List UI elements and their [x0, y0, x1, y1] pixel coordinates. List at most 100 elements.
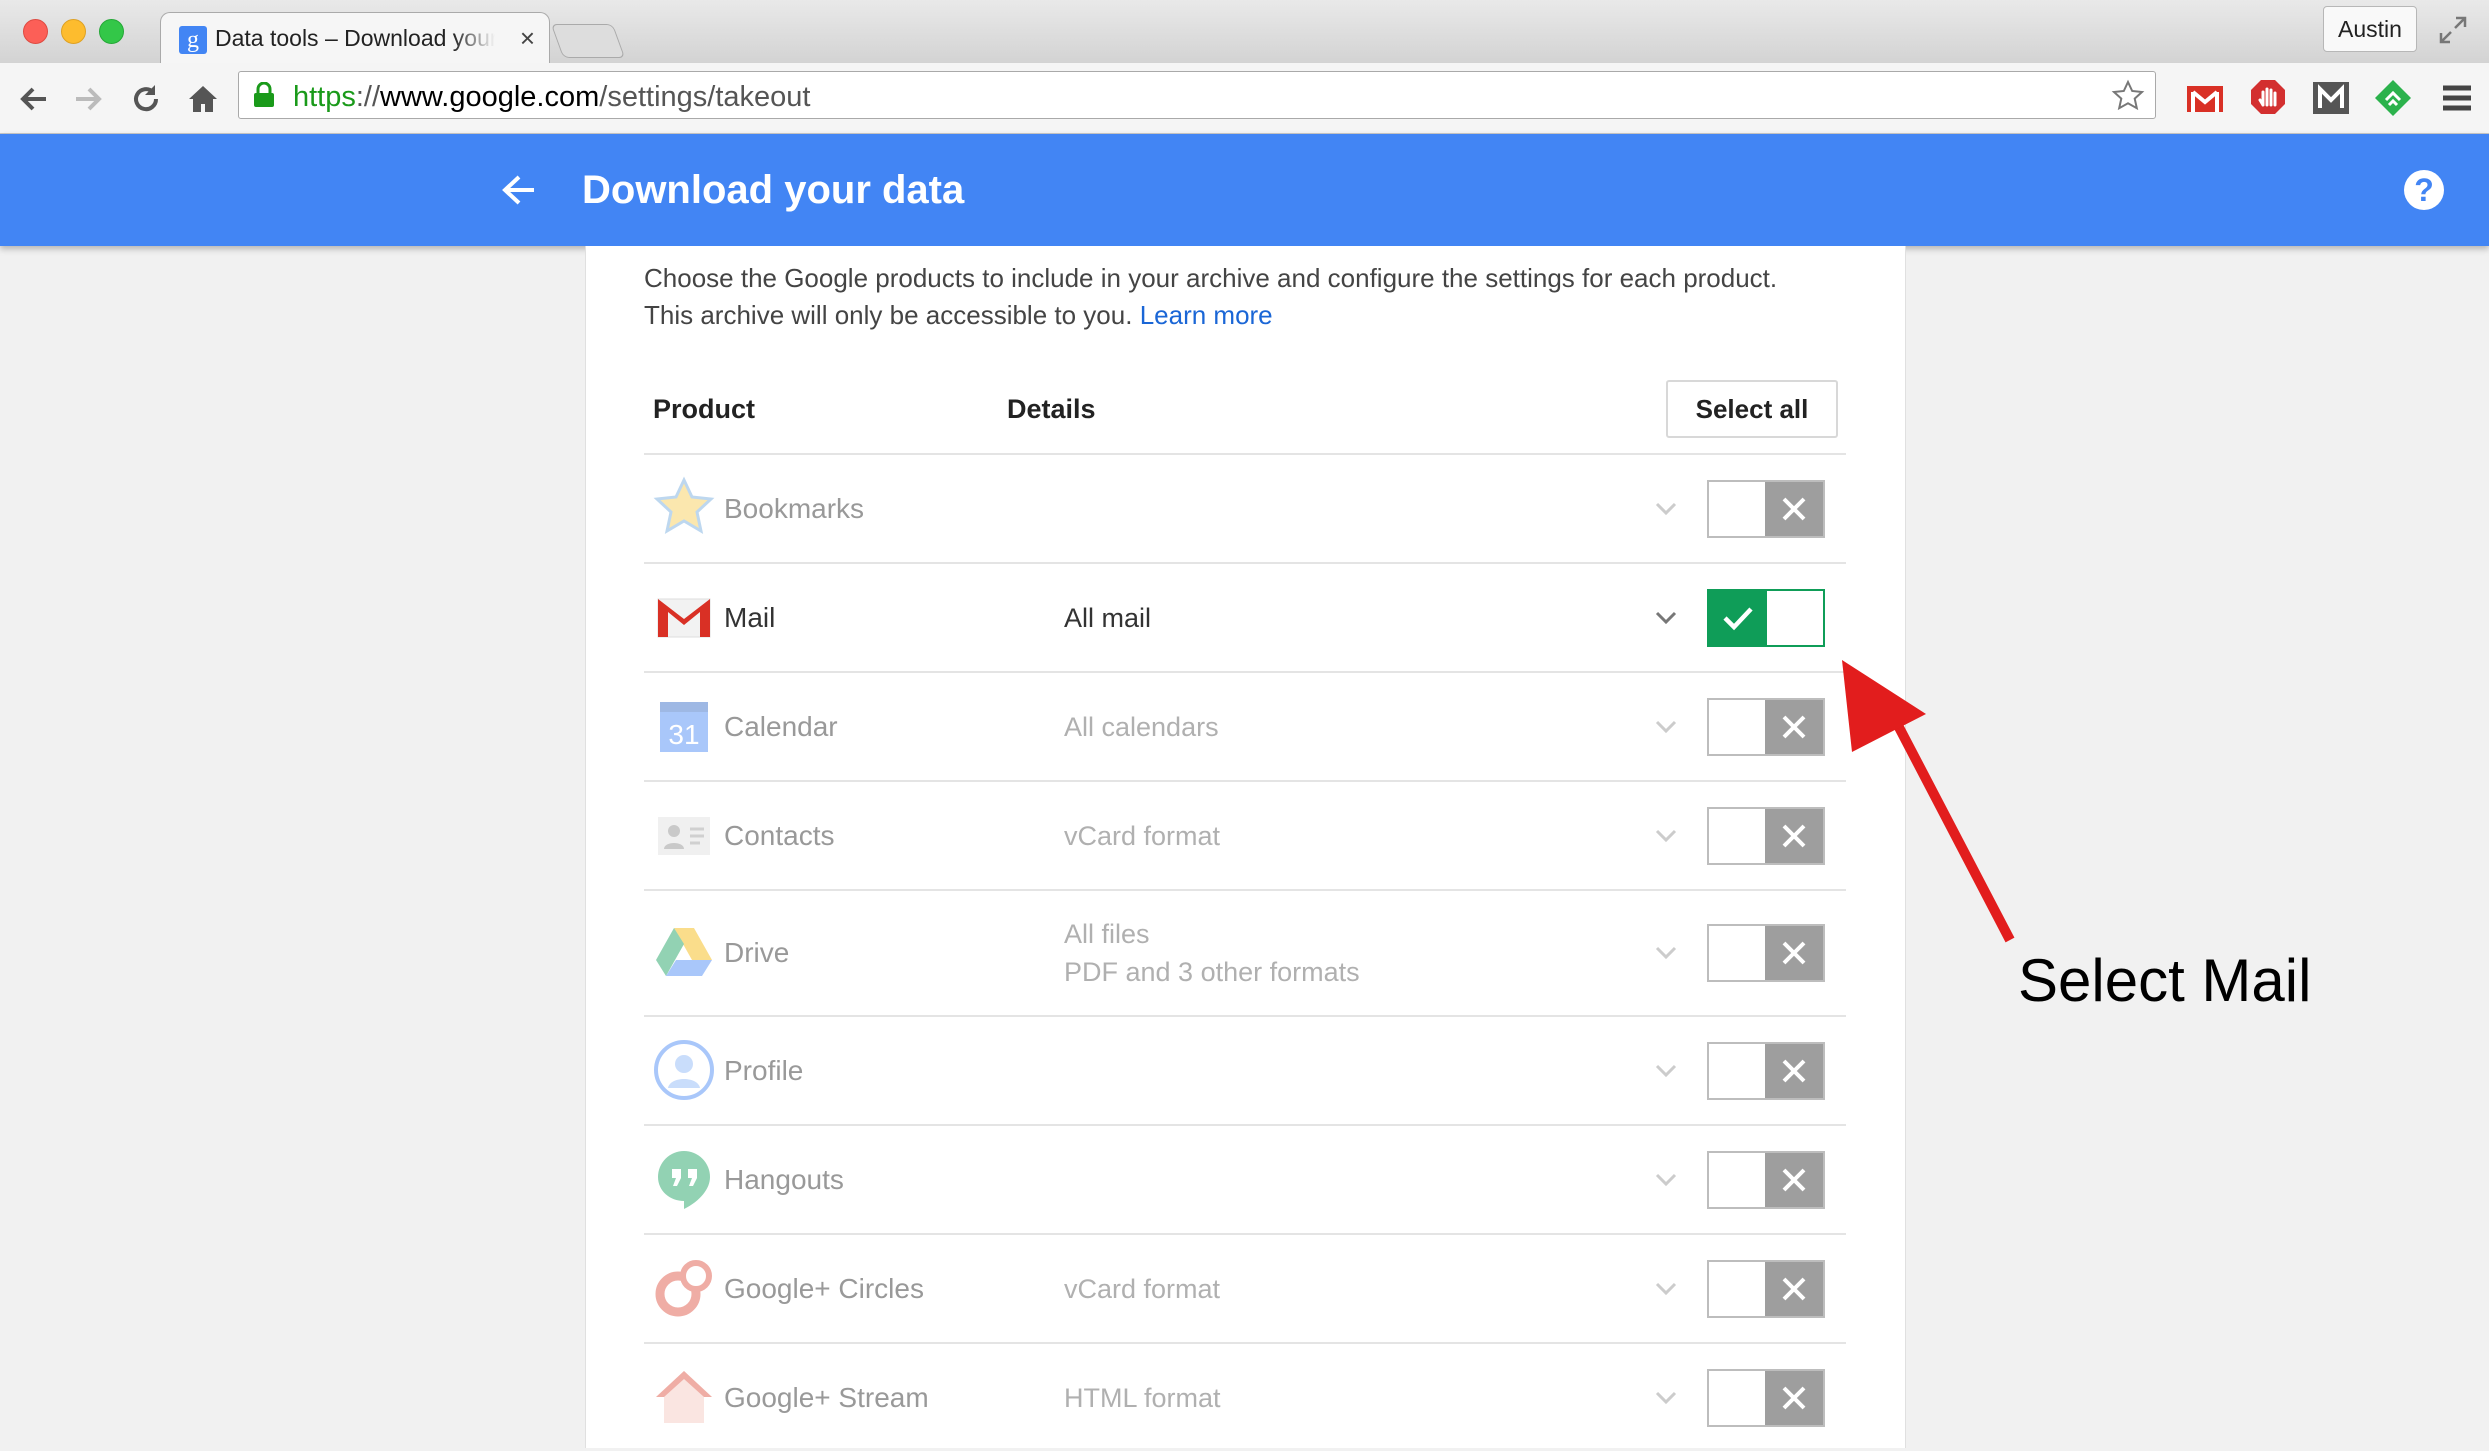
url-text: https://www.google.com/settings/takeout — [293, 81, 811, 113]
fullscreen-icon[interactable] — [2437, 14, 2469, 46]
product-name: Drive — [724, 937, 790, 968]
profile-icon — [654, 1039, 714, 1100]
product-details: HTML format — [1064, 1382, 1221, 1413]
help-icon[interactable]: ? — [2404, 170, 2444, 210]
reload-icon[interactable] — [128, 81, 164, 117]
drive-icon — [656, 928, 712, 976]
chevron-down-icon[interactable] — [1654, 717, 1678, 737]
chevron-down-icon[interactable] — [1654, 1388, 1678, 1408]
product-name: Bookmarks — [724, 492, 865, 524]
product-name: Profile — [724, 1054, 804, 1086]
stop-hand-extension-icon[interactable] — [2248, 78, 2288, 118]
back-arrow-icon[interactable] — [16, 81, 52, 117]
browser-toolbar: https://www.google.com/settings/takeout — [0, 63, 2489, 134]
product-row-bookmarks: Bookmarks — [644, 453, 1846, 562]
address-bar[interactable]: https://www.google.com/settings/takeout — [238, 71, 2156, 119]
product-row-profile: Profile — [644, 1015, 1846, 1124]
forward-arrow-icon[interactable] — [70, 81, 106, 117]
product-toggle[interactable] — [1707, 588, 1825, 647]
product-toggle[interactable] — [1707, 1150, 1825, 1209]
product-row-drive: Drive All files PDF and 3 other formats — [644, 889, 1846, 1015]
app-header: Download your data ? — [0, 134, 2489, 246]
product-toggle[interactable] — [1707, 1259, 1825, 1318]
window-zoom-button[interactable] — [99, 19, 124, 44]
hangouts-icon — [658, 1150, 710, 1209]
chevron-down-icon[interactable] — [1654, 1061, 1678, 1081]
product-details: All mail — [1064, 602, 1152, 633]
product-toggle[interactable] — [1707, 1368, 1825, 1427]
chevron-down-icon[interactable] — [1654, 943, 1678, 963]
product-name: Calendar — [724, 710, 838, 742]
product-row-hangouts: Hangouts — [644, 1124, 1846, 1233]
product-list: Bookmarks Mail All mail 31 Calendar All … — [644, 453, 1846, 1451]
product-details: All calendars — [1064, 711, 1219, 742]
product-row-google-plus-circles: Google+ Circles vCard format — [644, 1233, 1846, 1342]
gmail-extension-icon[interactable] — [2185, 78, 2225, 118]
chevron-down-icon[interactable] — [1654, 1279, 1678, 1299]
intro-text: Choose the Google products to include in… — [644, 260, 1864, 334]
product-toggle[interactable] — [1707, 806, 1825, 865]
browser-tab[interactable]: g Data tools – Download your data × — [160, 12, 550, 64]
product-toggle[interactable] — [1707, 479, 1825, 538]
product-details: vCard format — [1064, 1273, 1221, 1304]
product-name: Hangouts — [724, 1163, 844, 1195]
chevron-down-icon[interactable] — [1654, 1170, 1678, 1190]
product-toggle[interactable] — [1707, 924, 1825, 982]
bookmark-star-icon[interactable] — [2111, 79, 2145, 113]
lock-icon — [254, 82, 274, 107]
m-extension-icon[interactable] — [2311, 78, 2351, 118]
product-name: Google+ Circles — [724, 1272, 924, 1304]
google-favicon-icon: g — [179, 26, 207, 54]
svg-text:31: 31 — [668, 719, 699, 750]
window-close-button[interactable] — [23, 19, 48, 44]
annotation-label: Select Mail — [2018, 947, 2312, 1014]
gmail-icon — [657, 598, 711, 637]
page-title: Download your data — [582, 168, 965, 212]
product-name: Contacts — [724, 819, 835, 851]
details-column-header: Details — [1007, 394, 1096, 424]
tab-title: Data tools – Download your data — [215, 25, 495, 51]
toggle-off-knob — [1765, 481, 1823, 536]
product-name: Google+ Stream — [724, 1381, 929, 1413]
chevron-down-icon[interactable] — [1654, 608, 1678, 628]
product-row-contacts: Contacts vCard format — [644, 780, 1846, 889]
select-all-button[interactable]: Select all — [1666, 380, 1838, 438]
tab-close-icon[interactable]: × — [520, 23, 535, 54]
menu-icon[interactable] — [2437, 78, 2477, 118]
toggle-on-knob — [1709, 590, 1767, 645]
product-row-mail: Mail All mail — [644, 562, 1846, 671]
chevron-down-icon[interactable] — [1654, 499, 1678, 519]
annotation-arrow-icon — [1842, 660, 2015, 943]
contacts-icon — [658, 816, 710, 855]
product-details: All files PDF and 3 other formats — [1064, 919, 1360, 987]
back-arrow-icon[interactable] — [500, 172, 538, 208]
product-toggle[interactable] — [1707, 697, 1825, 756]
circles-icon — [655, 1259, 712, 1316]
toggle-off-knob — [1765, 1370, 1823, 1425]
toggle-off-knob — [1765, 1043, 1823, 1098]
toggle-off-knob — [1765, 699, 1823, 754]
home-icon[interactable] — [185, 81, 221, 117]
toggle-off-knob — [1765, 926, 1823, 980]
product-name: Mail — [724, 601, 776, 633]
product-row-google-plus-stream: Google+ Stream HTML format — [644, 1342, 1846, 1451]
profile-button[interactable]: Austin — [2323, 6, 2417, 52]
product-column-header: Product — [653, 394, 756, 424]
toggle-off-knob — [1765, 1152, 1823, 1207]
chevron-down-icon[interactable] — [1654, 826, 1678, 846]
window-minimize-button[interactable] — [61, 19, 86, 44]
feedly-extension-icon[interactable] — [2373, 78, 2413, 118]
takeout-card: Choose the Google products to include in… — [585, 246, 1906, 1448]
product-row-calendar: 31 Calendar All calendars — [644, 671, 1846, 780]
stream-icon — [656, 1370, 712, 1423]
intro-line-2: This archive will only be accessible to … — [644, 300, 1133, 330]
browser-titlebar: g Data tools – Download your data × Aust… — [0, 0, 2489, 64]
toggle-off-knob — [1765, 808, 1823, 863]
calendar-icon: 31 — [660, 701, 708, 752]
new-tab-button[interactable] — [550, 24, 626, 58]
star-icon — [653, 475, 715, 534]
product-toggle[interactable] — [1707, 1041, 1825, 1100]
toggle-off-knob — [1765, 1261, 1823, 1316]
learn-more-link[interactable]: Learn more — [1140, 300, 1273, 330]
product-details: vCard format — [1064, 820, 1221, 851]
